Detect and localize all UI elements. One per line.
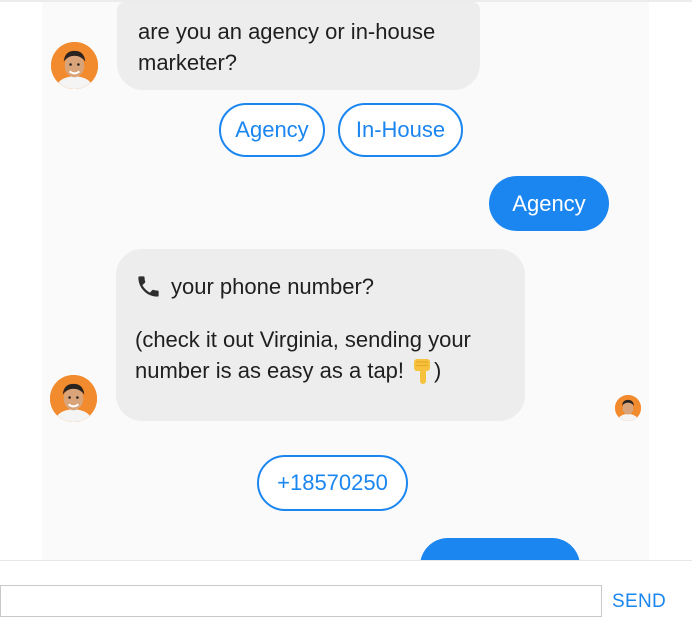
quick-reply-in-house[interactable]: In-House xyxy=(338,103,463,157)
message-line: your phone number? xyxy=(171,274,375,299)
pointing-down-emoji-icon xyxy=(412,356,434,386)
avatar-portrait-icon xyxy=(50,375,97,422)
message-line: ) xyxy=(434,358,442,383)
message-line: marketer? xyxy=(138,50,238,75)
phone-icon xyxy=(135,273,162,300)
message-input[interactable] xyxy=(0,585,602,617)
avatar-portrait-icon xyxy=(615,395,641,421)
bot-avatar xyxy=(51,42,98,89)
chat-thread[interactable]: are you an agency or in-house marketer? … xyxy=(0,2,692,560)
quick-reply-agency[interactable]: Agency xyxy=(219,103,325,157)
send-button[interactable]: SEND xyxy=(612,591,666,613)
avatar-portrait-icon xyxy=(51,42,98,89)
bot-message-bubble: your phone number? (check it out Virgini… xyxy=(116,249,525,421)
message-line: (check it out Virginia, sending your xyxy=(135,327,471,352)
user-message-bubble: Agency xyxy=(489,176,609,231)
bot-avatar xyxy=(50,375,97,422)
message-line: are you an agency or in-house xyxy=(138,19,436,44)
message-composer: SEND xyxy=(0,560,692,619)
quick-reply-phone-number[interactable]: +18570250 xyxy=(257,455,408,511)
bot-message-bubble: are you an agency or in-house marketer? xyxy=(117,2,480,90)
read-receipt-avatar xyxy=(615,395,641,421)
user-message-bubble: +18570250 xyxy=(420,538,580,560)
message-line: number is as easy as a tap! xyxy=(135,358,405,383)
